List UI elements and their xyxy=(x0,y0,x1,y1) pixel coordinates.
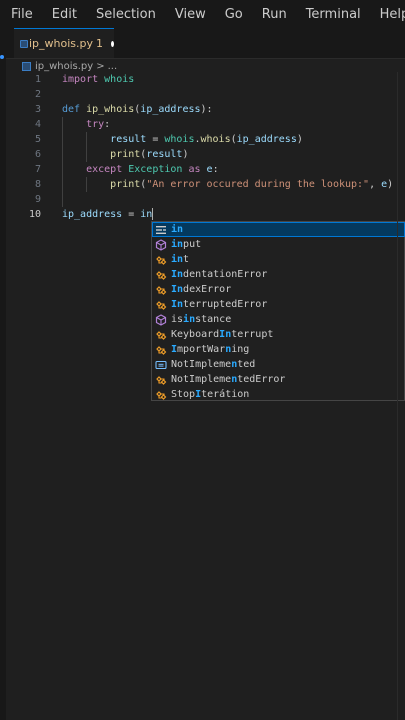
code-line: 1 import whois xyxy=(0,72,405,87)
vertical-scrollbar[interactable] xyxy=(397,72,405,720)
menu-bar: File Edit Selection View Go Run Terminal… xyxy=(0,0,405,28)
line-number: 6 xyxy=(34,149,41,160)
line-number: 2 xyxy=(34,89,41,100)
suggestion-item[interactable]: StopIterátion xyxy=(152,387,405,402)
code-text: except Exception as e: xyxy=(86,164,219,175)
code-text: try: xyxy=(86,119,111,130)
suggestion-label: ImportWarning xyxy=(171,344,250,355)
suggestion-label: isinstance xyxy=(171,314,232,325)
suggestion-item[interactable]: isinstance xyxy=(152,312,405,327)
breadcrumb-file[interactable]: ip_whois.py xyxy=(35,61,93,72)
suggestion-item[interactable]: IndentationError xyxy=(152,267,405,282)
tab-problem-count: 1 xyxy=(96,37,103,50)
suggestion-item[interactable]: IndexError xyxy=(152,282,405,297)
class-icon xyxy=(155,374,167,386)
line-number: 8 xyxy=(34,179,41,190)
keyword-icon xyxy=(155,224,167,236)
class-icon xyxy=(155,254,167,266)
line-number: 1 xyxy=(34,74,41,85)
suggestion-label: IndentationError xyxy=(171,269,268,280)
code-text: ip_address = in xyxy=(62,208,154,220)
class-icon xyxy=(155,329,167,341)
suggestion-label: KeyboardInterrupt xyxy=(171,329,274,340)
code-line: 9 xyxy=(0,192,405,207)
class-icon xyxy=(155,299,167,311)
class-icon xyxy=(155,389,167,401)
line-number: 3 xyxy=(34,104,41,115)
code-text: import whois xyxy=(62,74,135,85)
code-line: 3 def ip_whois(ip_address): xyxy=(0,102,405,117)
suggestion-label: NotImplementedError xyxy=(171,374,286,385)
line-number: 5 xyxy=(34,134,41,145)
suggestion-widget[interactable]: in input int IndentationError IndexError Inte… xyxy=(151,221,405,401)
class-icon xyxy=(155,269,167,281)
tab-filename: ip_whois.py xyxy=(28,37,93,50)
class-icon xyxy=(155,284,167,296)
code-text: print("An error occured during the looku… xyxy=(110,179,394,190)
breadcrumb-separator: > xyxy=(96,60,105,72)
suggestion-item[interactable]: ImportWarning xyxy=(152,342,405,357)
breadcrumb-more[interactable]: ... xyxy=(108,61,118,72)
code-line: 6 print(result) xyxy=(0,147,405,162)
suggestion-item[interactable]: KeyboardInterrupt xyxy=(152,327,405,342)
code-text: print(result) xyxy=(110,149,189,160)
code-line: 4 try: xyxy=(0,117,405,132)
class-icon xyxy=(155,344,167,356)
indicator-dot-icon xyxy=(0,55,4,59)
code-line: 8 print("An error occured during the loo… xyxy=(0,177,405,192)
code-line-active: 10 ip_address = in xyxy=(0,207,405,222)
suggestion-label: StopIterátion xyxy=(171,389,250,400)
suggestion-label: input xyxy=(171,239,202,250)
menu-selection[interactable]: Selection xyxy=(85,7,164,22)
text-cursor xyxy=(152,208,154,220)
constant-icon xyxy=(155,359,167,371)
menu-run[interactable]: Run xyxy=(251,7,295,22)
menu-go[interactable]: Go xyxy=(214,7,251,22)
suggestion-item[interactable]: input xyxy=(152,237,405,252)
line-number: 4 xyxy=(34,119,41,130)
menu-help[interactable]: Help xyxy=(369,7,405,22)
suggestion-label: NotImplemented xyxy=(171,359,256,370)
suggestion-item[interactable]: in xyxy=(152,222,405,237)
menu-file[interactable]: File xyxy=(0,7,41,22)
suggestion-item[interactable]: NotImplementedError xyxy=(152,372,405,387)
python-file-icon xyxy=(20,39,28,48)
unsaved-dot-icon[interactable] xyxy=(111,40,114,47)
code-line: 7 except Exception as e: xyxy=(0,162,405,177)
code-line: 5 result = whois.whois(ip_address) xyxy=(0,132,405,147)
code-text: def ip_whois(ip_address): xyxy=(62,104,213,115)
suggestion-item[interactable]: NotImplemented xyxy=(152,357,405,372)
suggestion-item[interactable]: InterruptedError xyxy=(152,297,405,312)
function-cube-icon xyxy=(155,313,167,326)
line-number: 7 xyxy=(34,164,41,175)
editor-tab-ip-whois[interactable]: ip_whois.py 1 xyxy=(14,28,114,58)
suggestion-label: int xyxy=(171,254,190,265)
menu-edit[interactable]: Edit xyxy=(41,7,85,22)
menu-view[interactable]: View xyxy=(164,7,214,22)
suggestion-label: InterruptedError xyxy=(171,299,268,310)
code-line: 2 xyxy=(0,87,405,102)
menu-terminal[interactable]: Terminal xyxy=(295,7,369,22)
line-number: 10 xyxy=(28,209,41,220)
function-cube-icon xyxy=(155,238,167,251)
suggestion-label: IndexError xyxy=(171,284,232,295)
line-number: 9 xyxy=(34,194,41,205)
suggestion-item[interactable]: int xyxy=(152,252,405,267)
code-text: result = whois.whois(ip_address) xyxy=(110,134,303,145)
python-file-icon xyxy=(22,61,31,71)
suggestion-label: in xyxy=(171,224,184,235)
